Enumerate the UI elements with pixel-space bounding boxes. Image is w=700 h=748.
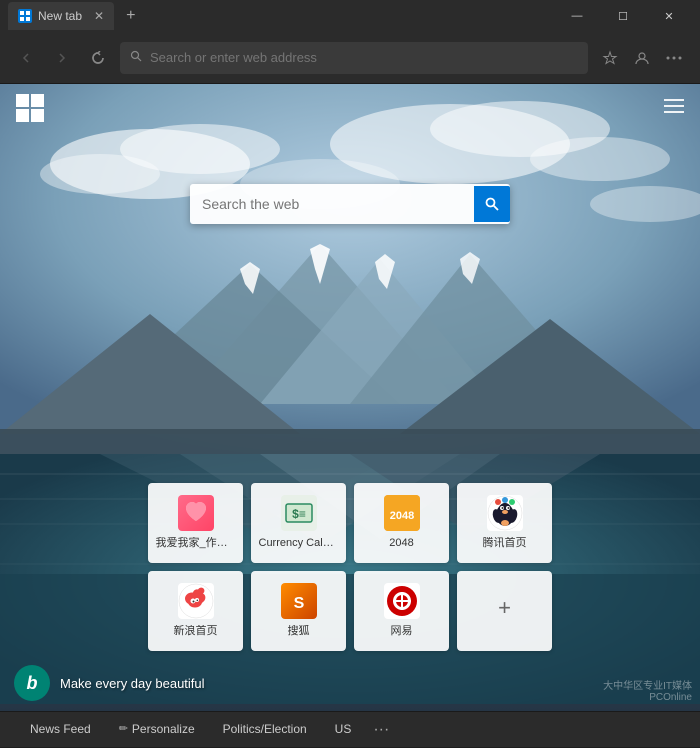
- address-input-wrap[interactable]: [120, 42, 588, 74]
- profile-button[interactable]: [628, 44, 656, 72]
- dial-tile-woaiwojia[interactable]: 我爱我家_作者...: [148, 483, 243, 563]
- tencent-label: 腾讯首页: [483, 537, 527, 550]
- page-search-button[interactable]: [474, 186, 510, 222]
- win-square-bl: [16, 109, 29, 122]
- watermark: 大中华区专业IT媒体 PCOnline: [603, 677, 692, 703]
- bottom-tab-bar: News Feed ✏ Personalize Politics/Electio…: [0, 711, 700, 747]
- 163-label: 网易: [391, 625, 413, 638]
- win-square-tr: [31, 94, 44, 107]
- refresh-button[interactable]: [84, 44, 112, 72]
- dial-tile-add[interactable]: +: [457, 571, 552, 651]
- address-right-icons: [596, 44, 688, 72]
- watermark-line1: 大中华区专业IT媒体: [603, 677, 692, 692]
- address-input[interactable]: [150, 50, 578, 65]
- windows-logo[interactable]: [16, 94, 44, 122]
- page-search-wrap: [190, 184, 510, 224]
- new-tab-button[interactable]: +: [120, 7, 141, 25]
- weibo-icon: [178, 583, 214, 619]
- favorite-button[interactable]: [596, 44, 624, 72]
- active-tab[interactable]: New tab ✕: [8, 2, 114, 30]
- forward-button[interactable]: [48, 44, 76, 72]
- tab-politics[interactable]: Politics/Election: [209, 712, 321, 748]
- dial-tile-163[interactable]: 网易: [354, 571, 449, 651]
- dial-tile-sogou[interactable]: S 搜狐: [251, 571, 346, 651]
- tab-strip: New tab ✕ +: [8, 2, 141, 30]
- tab-favicon: [18, 9, 32, 23]
- tab-newsfeed[interactable]: News Feed: [16, 712, 105, 748]
- minimize-button[interactable]: —: [554, 0, 600, 32]
- win-square-tl: [16, 94, 29, 107]
- 163-icon: [384, 583, 420, 619]
- currency-label: Currency Calcu...: [259, 537, 339, 550]
- bing-banner: b Make every day beautiful: [14, 665, 205, 701]
- add-icon: +: [498, 595, 511, 621]
- woaiwojia-label: 我爱我家_作者...: [156, 537, 236, 550]
- win-square-br: [31, 109, 44, 122]
- top-overlay-bar: [0, 84, 700, 132]
- weibo-label: 新浪首页: [174, 625, 218, 638]
- tab-personalize[interactable]: ✏ Personalize: [105, 712, 209, 748]
- address-bar: [0, 32, 700, 84]
- svg-text:S: S: [293, 595, 304, 612]
- bing-logo[interactable]: b: [14, 665, 50, 701]
- page-search-box: [190, 184, 510, 224]
- more-button[interactable]: [660, 44, 688, 72]
- dial-tile-currency[interactable]: $≡ Currency Calcu...: [251, 483, 346, 563]
- speed-dial-grid: 我爱我家_作者... $≡ Currency Calcu... 2048: [148, 483, 552, 651]
- page-search-input[interactable]: [202, 196, 466, 212]
- watermark-line2: PCOnline: [603, 692, 692, 703]
- tab-us[interactable]: US: [321, 712, 366, 748]
- dial-tile-tencent[interactable]: 腾讯首页: [457, 483, 552, 563]
- title-bar: New tab ✕ + — ☐ ✕: [0, 0, 700, 32]
- back-button[interactable]: [12, 44, 40, 72]
- speed-dial-section: 我爱我家_作者... $≡ Currency Calcu... 2048: [148, 483, 552, 651]
- 2048-label: 2048: [389, 537, 413, 550]
- pencil-icon: ✏: [119, 722, 128, 735]
- address-search-icon: [130, 50, 142, 65]
- bing-tagline: Make every day beautiful: [60, 676, 205, 691]
- main-content: 我爱我家_作者... $≡ Currency Calcu... 2048: [0, 84, 700, 711]
- close-button[interactable]: ✕: [646, 0, 692, 32]
- tab-close-button[interactable]: ✕: [94, 9, 104, 23]
- tab-title: New tab: [38, 9, 82, 23]
- svg-text:$≡: $≡: [292, 507, 306, 521]
- currency-icon: $≡: [281, 495, 317, 531]
- hamburger-menu-button[interactable]: [664, 98, 684, 119]
- sogou-label: 搜狐: [288, 625, 310, 638]
- 2048-icon: 2048: [384, 495, 420, 531]
- dial-tile-2048[interactable]: 2048 2048: [354, 483, 449, 563]
- sogou-icon: S: [281, 583, 317, 619]
- maximize-button[interactable]: ☐: [600, 0, 646, 32]
- window-controls: — ☐ ✕: [554, 0, 692, 32]
- more-tabs-button[interactable]: ···: [365, 712, 397, 748]
- tencent-icon: [487, 495, 523, 531]
- woaiwojia-icon: [178, 495, 214, 531]
- dial-tile-weibo[interactable]: 新浪首页: [148, 571, 243, 651]
- svg-text:2048: 2048: [389, 510, 413, 522]
